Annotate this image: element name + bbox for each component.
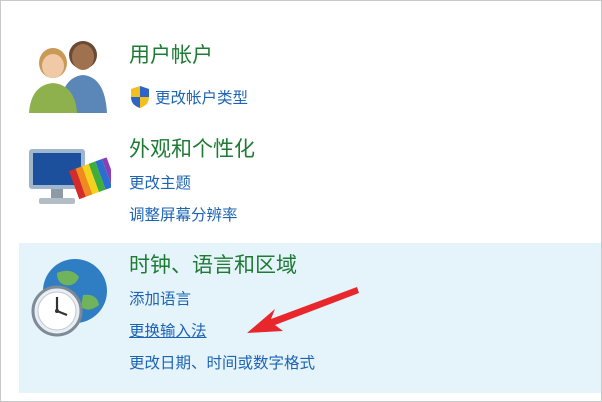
users-icon[interactable] xyxy=(25,33,111,119)
category-title[interactable]: 外观和个性化 xyxy=(129,133,255,163)
change-account-type-link[interactable]: 更改帐户类型 xyxy=(129,85,248,109)
change-input-method-link[interactable]: 更换输入法 xyxy=(129,319,207,341)
add-language-link[interactable]: 添加语言 xyxy=(129,287,191,309)
category-title[interactable]: 用户帐户 xyxy=(129,39,213,69)
change-theme-link[interactable]: 更改主题 xyxy=(129,171,191,193)
category-title[interactable]: 时钟、语言和区域 xyxy=(129,249,297,279)
control-panel-window: 用户帐户 更改帐户类型 外观和个性化 更改主题 调整屏幕分辨率 时钟、语言和区域… xyxy=(0,0,602,402)
red-arrow-icon xyxy=(241,283,361,347)
uac-shield-icon xyxy=(129,85,155,109)
globe-clock-icon[interactable] xyxy=(27,255,111,343)
adjust-resolution-link[interactable]: 调整屏幕分辨率 xyxy=(129,203,238,225)
category-user-accounts: 用户帐户 更改帐户类型 xyxy=(19,29,601,125)
monitor-color-icon[interactable] xyxy=(25,143,117,219)
link-label: 更改帐户类型 xyxy=(155,89,249,107)
change-date-time-format-link[interactable]: 更改日期、时间或数字格式 xyxy=(129,351,315,373)
category-appearance: 外观和个性化 更改主题 调整屏幕分辨率 xyxy=(19,125,601,241)
